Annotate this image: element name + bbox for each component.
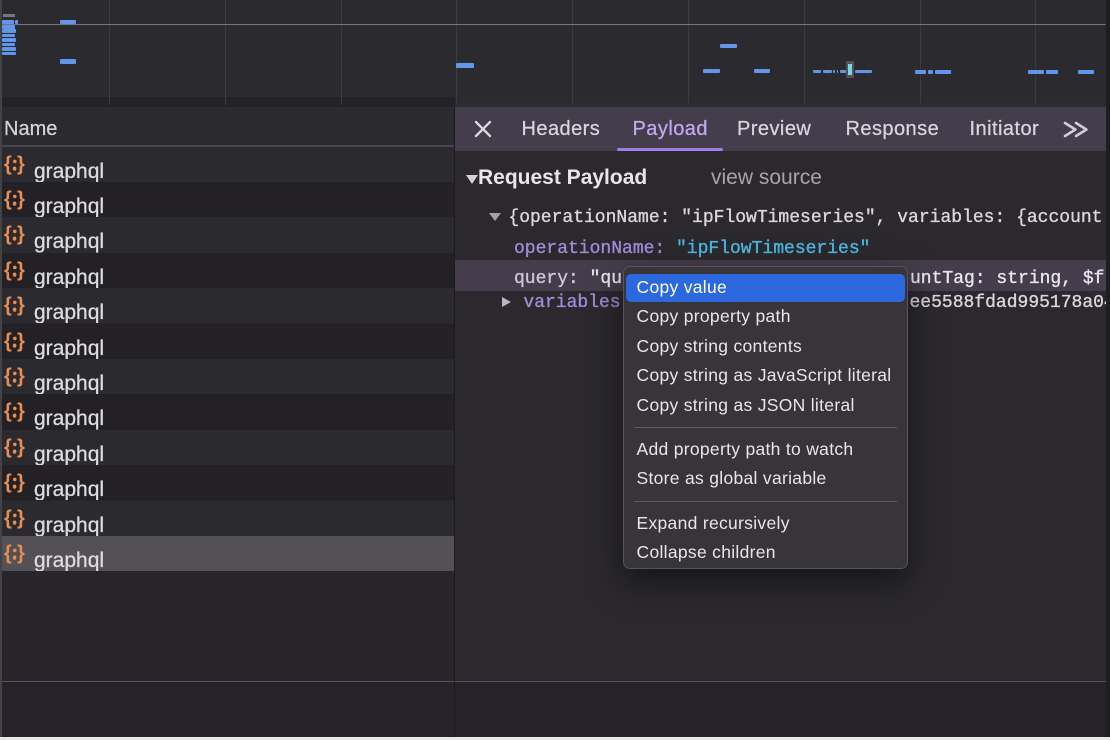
svg-text:{: { xyxy=(4,260,12,282)
svg-text:}: } xyxy=(17,401,25,423)
svg-text:{: { xyxy=(4,295,12,317)
svg-text:}: } xyxy=(17,331,25,353)
svg-text:{: { xyxy=(4,224,12,246)
svg-text:{: { xyxy=(4,331,12,353)
svg-text:}: } xyxy=(17,154,25,176)
svg-text:{: { xyxy=(4,154,12,176)
svg-text:}: } xyxy=(17,224,25,246)
svg-text:{: { xyxy=(4,508,12,530)
svg-text:}: } xyxy=(17,543,25,565)
svg-text:}: } xyxy=(17,189,25,211)
svg-text:}: } xyxy=(17,472,25,494)
svg-text:}: } xyxy=(17,366,25,388)
svg-text:}: } xyxy=(17,508,25,530)
svg-text:{: { xyxy=(4,366,12,388)
svg-text:{: { xyxy=(4,437,12,459)
svg-text:{: { xyxy=(4,401,12,423)
svg-text:}: } xyxy=(17,437,25,459)
svg-text:{: { xyxy=(4,472,12,494)
svg-text:}: } xyxy=(17,260,25,282)
svg-text:{: { xyxy=(4,189,12,211)
svg-text:{: { xyxy=(4,543,12,565)
svg-text:}: } xyxy=(17,295,25,317)
